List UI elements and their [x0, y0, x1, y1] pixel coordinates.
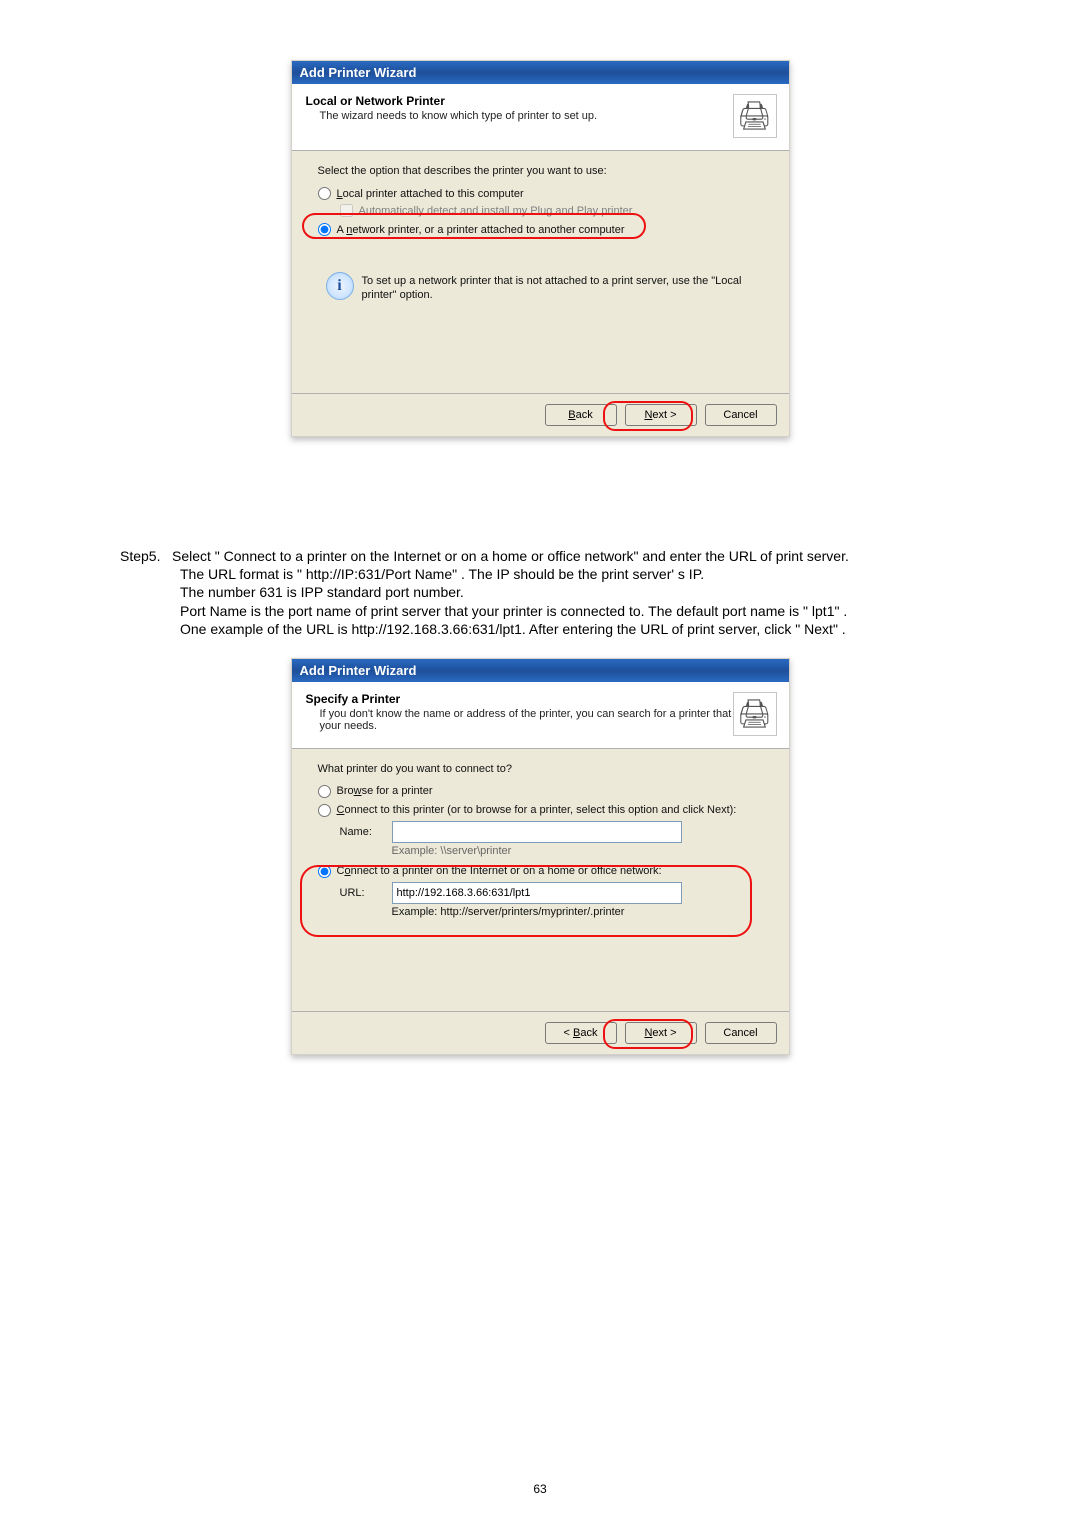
- radio-local-printer-label: Local printer attached to this computer: [337, 188, 524, 200]
- dialog-header: Local or Network Printer The wizard need…: [292, 84, 789, 151]
- step5-instructions: Step5. Select " Connect to a printer on …: [120, 547, 960, 638]
- url-input[interactable]: [392, 882, 682, 904]
- prompt-text: Select the option that describes the pri…: [318, 165, 771, 177]
- info-icon: i: [326, 272, 354, 300]
- step5-line1: Select " Connect to a printer on the Int…: [172, 547, 960, 565]
- prompt-text: What printer do you want to connect to?: [318, 763, 771, 775]
- header-heading: Specify a Printer: [306, 692, 775, 706]
- header-subheading: If you don't know the name or address of…: [320, 708, 775, 732]
- step5-label: Step5.: [120, 547, 172, 565]
- url-field-row: URL:: [340, 882, 771, 904]
- button-row: < Back Next > Cancel: [292, 1011, 789, 1054]
- dialog-titlebar: Add Printer Wizard: [292, 659, 789, 682]
- radio-connect-url-input[interactable]: [318, 865, 331, 878]
- radio-browse-printer-label: Browse for a printer: [337, 785, 433, 797]
- header-heading: Local or Network Printer: [306, 94, 775, 108]
- name-input: [392, 821, 682, 843]
- step5-line5: One example of the URL is http://192.168…: [180, 620, 960, 638]
- add-printer-wizard-dialog-2: Add Printer Wizard Specify a Printer If …: [291, 658, 790, 1055]
- name-example: Example: \\server\printer: [392, 845, 771, 857]
- radio-network-printer-label: A network printer, or a printer attached…: [337, 224, 625, 236]
- header-subheading: The wizard needs to know which type of p…: [320, 110, 775, 122]
- cancel-button[interactable]: Cancel: [705, 404, 777, 426]
- dialog-body: What printer do you want to connect to? …: [292, 749, 789, 1011]
- radio-connect-url[interactable]: Connect to a printer on the Internet or …: [318, 865, 771, 878]
- step5-line2: The URL format is " http://IP:631/Port N…: [180, 565, 960, 583]
- radio-network-printer-input[interactable]: [318, 223, 331, 236]
- page-number: 63: [0, 1482, 1080, 1496]
- add-printer-wizard-dialog-1: Add Printer Wizard Local or Network Prin…: [291, 60, 790, 437]
- checkbox-auto-detect-input: [340, 204, 353, 217]
- dialog-header: Specify a Printer If you don't know the …: [292, 682, 789, 749]
- checkbox-auto-detect: Automatically detect and install my Plug…: [340, 204, 771, 217]
- radio-connect-name[interactable]: Connect to this printer (or to browse fo…: [318, 804, 771, 817]
- checkbox-auto-detect-label: Automatically detect and install my Plug…: [359, 205, 633, 217]
- radio-local-printer-input[interactable]: [318, 187, 331, 200]
- url-label: URL:: [340, 887, 384, 899]
- dialog-titlebar: Add Printer Wizard: [292, 61, 789, 84]
- button-row: Back Next > Cancel: [292, 393, 789, 436]
- radio-connect-url-label: Connect to a printer on the Internet or …: [337, 865, 662, 877]
- dialog-body: Select the option that describes the pri…: [292, 151, 789, 393]
- info-note: i To set up a network printer that is no…: [326, 272, 771, 303]
- radio-browse-printer[interactable]: Browse for a printer: [318, 785, 771, 798]
- radio-connect-name-label: Connect to this printer (or to browse fo…: [337, 804, 737, 816]
- back-button[interactable]: < Back: [545, 1022, 617, 1044]
- next-button[interactable]: Next >: [625, 404, 697, 426]
- back-button[interactable]: Back: [545, 404, 617, 426]
- printer-icon: 🖨: [733, 692, 777, 736]
- step5-line4: Port Name is the port name of print serv…: [180, 602, 960, 620]
- step5-line3: The number 631 is IPP standard port numb…: [180, 583, 960, 601]
- info-text: To set up a network printer that is not …: [362, 274, 771, 303]
- name-label: Name:: [340, 826, 384, 838]
- cancel-button[interactable]: Cancel: [705, 1022, 777, 1044]
- radio-local-printer[interactable]: Local printer attached to this computer: [318, 187, 771, 200]
- next-button[interactable]: Next >: [625, 1022, 697, 1044]
- url-example: Example: http://server/printers/myprinte…: [392, 906, 771, 918]
- radio-browse-printer-input[interactable]: [318, 785, 331, 798]
- radio-connect-name-input[interactable]: [318, 804, 331, 817]
- radio-network-printer[interactable]: A network printer, or a printer attached…: [318, 223, 771, 236]
- name-field-row: Name:: [340, 821, 771, 843]
- printer-icon: 🖨: [733, 94, 777, 138]
